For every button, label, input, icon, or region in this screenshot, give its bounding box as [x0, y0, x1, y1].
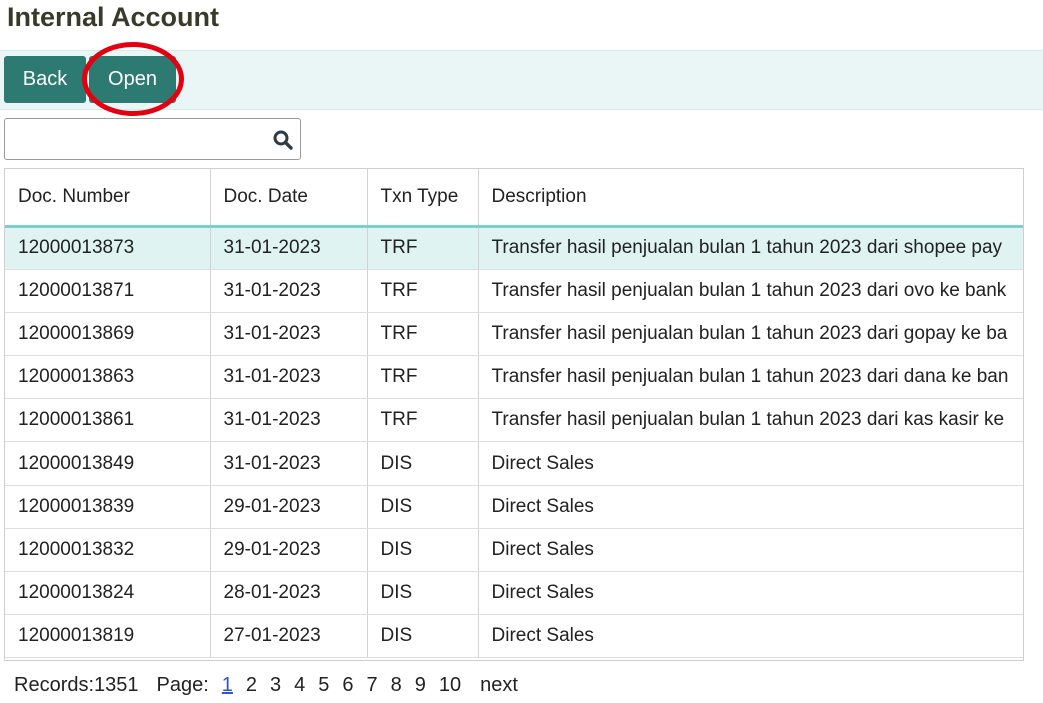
cell-doc-number: 12000013873 [5, 226, 211, 270]
page-link-3[interactable]: 3 [270, 674, 281, 697]
pagination: Records: 1351 Page: 1 2 3 4 5 6 7 8 9 10 next [14, 671, 526, 699]
cell-txn-type: DIS [367, 441, 479, 486]
cell-doc-date: 31-01-2023 [210, 441, 368, 486]
search-box [4, 118, 301, 160]
page-title: Internal Account [7, 2, 220, 32]
cell-txn-type: TRF [367, 312, 479, 357]
page-link-9[interactable]: 9 [415, 674, 426, 697]
cell-doc-number: 12000013863 [5, 355, 211, 400]
column-header-description[interactable]: Description [478, 169, 1023, 228]
table-header-row: Doc. Number Doc. Date Txn Type Descripti… [5, 169, 1023, 228]
cell-doc-number: 12000013832 [5, 528, 211, 573]
table-row[interactable]: 12000013819 27-01-2023 DIS Direct Sales [5, 614, 1023, 659]
table-row[interactable]: 12000013871 31-01-2023 TRF Transfer hasil p… [5, 269, 1023, 313]
cell-doc-number: 12000013861 [5, 398, 211, 443]
next-page-link[interactable]: next [480, 674, 518, 697]
search-input[interactable] [11, 125, 266, 153]
cell-description: Direct Sales [478, 571, 1023, 616]
table-row[interactable]: 12000013861 31-01-2023 TRF Transfer hasil p… [5, 398, 1023, 443]
column-header-doc-date[interactable]: Doc. Date [210, 169, 368, 228]
table-row[interactable]: 12000013869 31-01-2023 TRF Transfer hasil p… [5, 312, 1023, 357]
cell-description: Transfer hasil penjualan bulan 1 tahun 2… [478, 226, 1023, 270]
column-header-doc-number[interactable]: Doc. Number [5, 169, 211, 228]
cell-txn-type: DIS [367, 485, 479, 529]
table-body: 12000013873 31-01-2023 TRF Transfer hasil p… [5, 226, 1023, 659]
cell-txn-type: DIS [367, 571, 479, 616]
documents-table: Doc. Number Doc. Date Txn Type Descripti… [4, 168, 1024, 661]
cell-description: Direct Sales [478, 441, 1023, 486]
page-link-6[interactable]: 6 [342, 674, 353, 697]
cell-doc-number: 12000013849 [5, 441, 211, 486]
page-link-8[interactable]: 8 [391, 674, 402, 697]
cell-description: Transfer hasil penjualan bulan 1 tahun 2… [478, 312, 1023, 357]
page-link-2[interactable]: 2 [246, 674, 257, 697]
cell-doc-number: 12000013871 [5, 269, 211, 313]
cell-doc-number: 12000013819 [5, 614, 211, 659]
page-link-5[interactable]: 5 [318, 674, 329, 697]
cell-doc-date: 29-01-2023 [210, 485, 368, 529]
cell-doc-date: 31-01-2023 [210, 355, 368, 400]
cell-txn-type: TRF [367, 269, 479, 313]
table-row[interactable]: 12000013832 29-01-2023 DIS Direct Sales [5, 528, 1023, 573]
cell-doc-number: 12000013824 [5, 571, 211, 616]
records-count: 1351 [94, 673, 139, 696]
cell-doc-date: 31-01-2023 [210, 398, 368, 443]
back-button[interactable]: Back [4, 56, 86, 103]
cell-doc-date: 29-01-2023 [210, 528, 368, 573]
cell-description: Transfer hasil penjualan bulan 1 tahun 2… [478, 355, 1023, 400]
table-row[interactable]: 12000013824 28-01-2023 DIS Direct Sales [5, 571, 1023, 616]
page-label: Page: [156, 673, 209, 696]
page-link-7[interactable]: 7 [367, 674, 378, 697]
table-row[interactable]: 12000013863 31-01-2023 TRF Transfer hasil p… [5, 355, 1023, 400]
open-button[interactable]: Open [89, 56, 176, 103]
column-header-txn-type[interactable]: Txn Type [367, 169, 479, 228]
cell-doc-date: 31-01-2023 [210, 312, 368, 357]
cell-description: Direct Sales [478, 528, 1023, 573]
search-icon[interactable] [272, 129, 294, 151]
cell-description: Direct Sales [478, 614, 1023, 659]
cell-description: Transfer hasil penjualan bulan 1 tahun 2… [478, 398, 1023, 443]
cell-doc-date: 31-01-2023 [210, 226, 368, 270]
cell-txn-type: DIS [367, 614, 479, 659]
page-link-10[interactable]: 10 [439, 674, 461, 697]
table-row[interactable]: 12000013873 31-01-2023 TRF Transfer hasil p… [5, 226, 1023, 270]
records-label: Records: [14, 673, 95, 696]
cell-doc-date: 31-01-2023 [210, 269, 368, 313]
cell-doc-date: 28-01-2023 [210, 571, 368, 616]
cell-txn-type: TRF [367, 355, 479, 400]
toolbar: Back Open [0, 50, 1043, 110]
cell-description: Direct Sales [478, 485, 1023, 529]
table-row[interactable]: 12000013849 31-01-2023 DIS Direct Sales [5, 441, 1023, 486]
cell-doc-date: 27-01-2023 [210, 614, 368, 659]
cell-doc-number: 12000013869 [5, 312, 211, 357]
cell-description: Transfer hasil penjualan bulan 1 tahun 2… [478, 269, 1023, 313]
cell-txn-type: TRF [367, 226, 479, 270]
page-link-1[interactable]: 1 [222, 674, 233, 697]
page-links: 1 2 3 4 5 6 7 8 9 10 [222, 674, 474, 697]
page-link-4[interactable]: 4 [294, 674, 305, 697]
cell-doc-number: 12000013839 [5, 485, 211, 529]
cell-txn-type: TRF [367, 398, 479, 443]
table-row[interactable]: 12000013839 29-01-2023 DIS Direct Sales [5, 485, 1023, 529]
cell-txn-type: DIS [367, 528, 479, 573]
